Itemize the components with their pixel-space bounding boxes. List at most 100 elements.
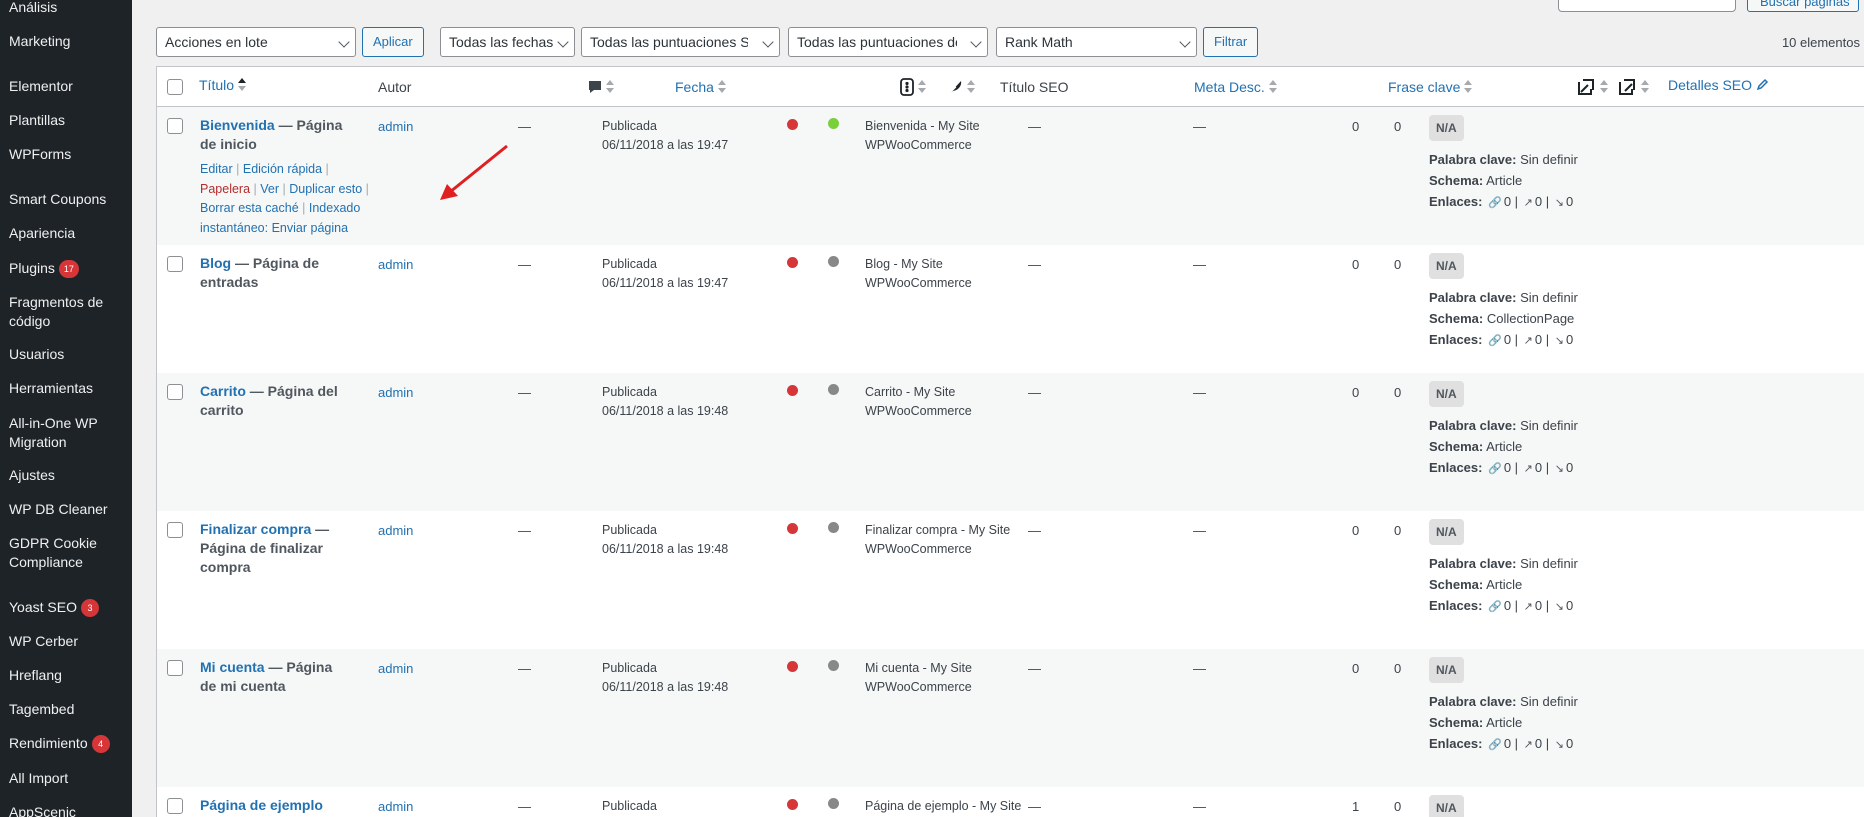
- seo-score-na-badge: N/A: [1429, 253, 1464, 279]
- seo-score-na-badge: N/A: [1429, 657, 1464, 683]
- column-title-header[interactable]: Título: [199, 76, 247, 94]
- internal-links-count: 1: [1352, 799, 1360, 814]
- sidebar-item-ajustes[interactable]: Ajustes: [9, 466, 129, 485]
- sidebar-item-usuarios[interactable]: Usuarios: [9, 345, 129, 364]
- column-date-header[interactable]: Fecha: [675, 78, 726, 96]
- seo-score-na-badge: N/A: [1429, 115, 1464, 141]
- author-link[interactable]: admin: [378, 659, 413, 678]
- links-count: 0: [1534, 194, 1543, 209]
- sidebar-item-aio-migration[interactable]: All-in-One WP Migration: [9, 414, 129, 452]
- post-status: Publicada: [602, 799, 657, 813]
- column-incoming-links-header[interactable]: [1617, 78, 1649, 96]
- bulk-action-select[interactable]: Acciones en lote: [156, 27, 356, 57]
- column-internal-links-header[interactable]: [1576, 78, 1608, 96]
- row-checkbox[interactable]: [167, 256, 183, 272]
- sidebar-item-wp-db-cleaner[interactable]: WP DB Cleaner: [9, 500, 129, 519]
- column-readability-header[interactable]: [947, 78, 975, 96]
- focus-keyword-line: Palabra clave: Sin definir: [1429, 554, 1604, 573]
- author-link[interactable]: admin: [378, 797, 413, 816]
- row-checkbox[interactable]: [167, 660, 183, 676]
- sidebar-item-plugins[interactable]: Plugins 17: [9, 259, 129, 278]
- seo-score-na-badge: N/A: [1429, 381, 1464, 407]
- trash-link[interactable]: Papelera: [200, 182, 250, 196]
- table-row: Blog — Página de entradas admin — Publicada…: [157, 245, 1864, 373]
- seo-title-cell: Página de ejemplo - My Site: [865, 797, 1045, 816]
- page-title-link[interactable]: Mi cuenta: [200, 659, 265, 675]
- author-link[interactable]: admin: [378, 383, 413, 402]
- search-pages-button[interactable]: Buscar páginas: [1747, 0, 1859, 12]
- table-row: Carrito — Página del carrito admin — Public…: [157, 373, 1864, 511]
- post-date: 06/11/2018 a las 19:47: [602, 276, 729, 290]
- page-title-link[interactable]: Bienvenida: [200, 117, 275, 133]
- sort-icon: [717, 80, 726, 94]
- clear-cache-link[interactable]: Borrar esta caché: [200, 201, 299, 215]
- seo-title-cell: Carrito - My Site WPWooCommerce: [865, 383, 1045, 421]
- column-comments-header[interactable]: [588, 78, 614, 96]
- view-link[interactable]: Ver: [260, 182, 279, 196]
- seo-title-cell: Bienvenida - My Site WPWooCommerce: [865, 117, 1045, 155]
- seo-score-dot: [787, 523, 798, 534]
- sidebar-item-marketing[interactable]: Marketing: [9, 32, 129, 51]
- author-link[interactable]: admin: [378, 255, 413, 274]
- sidebar-item-fragmentos[interactable]: Fragmentos de código: [9, 293, 129, 331]
- column-keyphrase-header[interactable]: Frase clave: [1388, 78, 1473, 96]
- row-checkbox[interactable]: [167, 118, 183, 134]
- sidebar-item-analisis[interactable]: Análisis: [9, 0, 129, 17]
- sidebar-item-hreflang[interactable]: Hreflang: [9, 666, 129, 685]
- sidebar-item-tagembed[interactable]: Tagembed: [9, 700, 129, 719]
- edit-link[interactable]: Editar: [200, 162, 233, 176]
- row-checkbox[interactable]: [167, 798, 183, 814]
- search-input[interactable]: [1558, 0, 1736, 12]
- instant-index-link[interactable]: Indexado: [309, 201, 360, 215]
- row-checkbox[interactable]: [167, 384, 183, 400]
- sidebar-item-gdpr[interactable]: GDPR Cookie Compliance: [9, 534, 129, 572]
- seo-score-filter-select[interactable]: Todas las puntuaciones SEO: [581, 27, 780, 57]
- sidebar-item-apariencia[interactable]: Apariencia: [9, 224, 129, 243]
- quick-edit-link[interactable]: Edición rápida: [243, 162, 322, 176]
- sidebar-item-elementor[interactable]: Elementor: [9, 77, 129, 96]
- seo-title-line: Carrito - My Site: [865, 385, 956, 399]
- apply-button[interactable]: Aplicar: [362, 27, 424, 57]
- page-title-link[interactable]: Carrito: [200, 383, 246, 399]
- table-header: Título Autor Fecha Título SEO Meta Desc.…: [157, 67, 1864, 107]
- links-count: 0: [1503, 598, 1512, 613]
- rank-math-filter-select[interactable]: Rank Math: [996, 27, 1197, 57]
- date-cell: Publicada 06/11/2018 a las 19:48: [602, 659, 728, 697]
- date-filter-select[interactable]: Todas las fechas: [440, 27, 575, 57]
- page-title-link[interactable]: Blog: [200, 255, 231, 271]
- sidebar-item-all-import[interactable]: All Import: [9, 769, 129, 788]
- schema-line: Schema: Article: [1429, 437, 1604, 456]
- sidebar-item-plantillas[interactable]: Plantillas: [9, 111, 129, 130]
- sidebar-item-herramientas[interactable]: Herramientas: [9, 379, 129, 398]
- column-seo-details-header[interactable]: Detalles SEO: [1668, 76, 1769, 94]
- meta-desc-value: —: [1028, 799, 1041, 814]
- author-link[interactable]: admin: [378, 521, 413, 540]
- sidebar-item-wp-cerber[interactable]: WP Cerber: [9, 632, 129, 651]
- duplicate-link[interactable]: Duplicar esto: [289, 182, 362, 196]
- title-cell: Blog — Página de entradas: [200, 254, 350, 292]
- title-cell: Página de ejemplo: [200, 796, 350, 815]
- readability-filter-select[interactable]: Todas las puntuaciones de legibilidad: [788, 27, 988, 57]
- focus-keyword-label: Palabra clave:: [1429, 418, 1517, 433]
- sidebar-item-yoast-seo[interactable]: Yoast SEO 3: [9, 598, 129, 617]
- focus-keyword-label: Palabra clave:: [1429, 694, 1517, 709]
- sidebar-item-appscenic[interactable]: AppScenic: [9, 803, 129, 817]
- row-checkbox[interactable]: [167, 522, 183, 538]
- internal-links-count: 0: [1352, 257, 1360, 272]
- seo-title-line: Mi cuenta - My Site: [865, 661, 972, 675]
- select-all-checkbox[interactable]: [167, 79, 183, 95]
- sidebar-item-smart-coupons[interactable]: Smart Coupons: [9, 190, 129, 209]
- column-meta-desc-header[interactable]: Meta Desc.: [1194, 78, 1277, 96]
- page-title-link[interactable]: Finalizar compra: [200, 521, 311, 537]
- sidebar-item-rendimiento[interactable]: Rendimiento 4: [9, 734, 129, 753]
- links-label: Enlaces:: [1429, 194, 1483, 209]
- column-seo-score-header[interactable]: [900, 78, 926, 96]
- sidebar-item-wpforms[interactable]: WPForms: [9, 145, 129, 164]
- post-status: Publicada: [602, 257, 657, 271]
- schema-label: Schema:: [1429, 439, 1484, 454]
- instant-index-submit-link[interactable]: instantáneo: Enviar página: [200, 221, 348, 235]
- seo-details-cell: N/A Palabra clave: Sin definir Schema: Art…: [1429, 381, 1604, 479]
- page-title-link[interactable]: Página de ejemplo: [200, 797, 323, 813]
- author-link[interactable]: admin: [378, 117, 413, 136]
- filter-button[interactable]: Filtrar: [1203, 27, 1259, 57]
